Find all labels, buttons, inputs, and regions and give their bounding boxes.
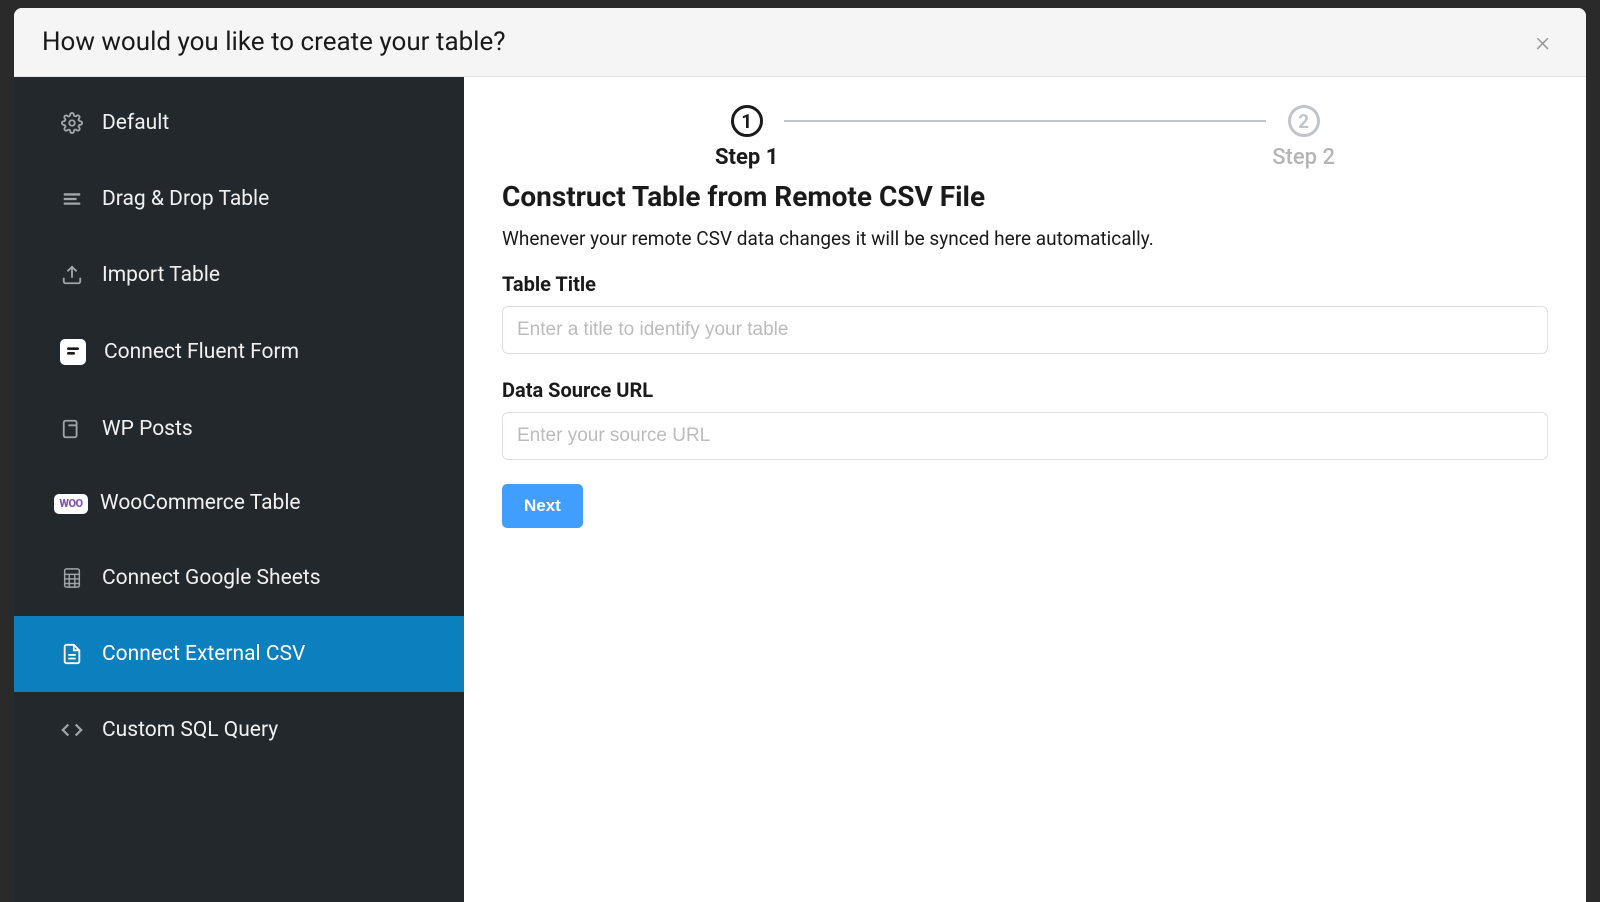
modal-header: How would you like to create your table?…: [14, 8, 1586, 77]
step-1: 1 Step 1: [715, 105, 778, 170]
section-description: Whenever your remote CSV data changes it…: [502, 227, 1548, 250]
close-icon[interactable]: ×: [1527, 24, 1558, 60]
sidebar-item-woocommerce[interactable]: WOO WooCommerce Table: [14, 467, 464, 540]
source-url-input[interactable]: [502, 412, 1548, 460]
sidebar-item-external-csv[interactable]: Connect External CSV: [14, 616, 464, 692]
gear-icon: [60, 111, 84, 135]
table-title-label: Table Title: [502, 272, 1548, 296]
source-url-label: Data Source URL: [502, 378, 1548, 402]
list-icon: [60, 187, 84, 211]
sidebar-item-import[interactable]: Import Table: [14, 237, 464, 313]
sidebar-item-label: Default: [102, 113, 169, 134]
table-title-input[interactable]: [502, 306, 1548, 354]
sidebar-item-label: Custom SQL Query: [102, 720, 278, 741]
sidebar-item-wp-posts[interactable]: WP Posts: [14, 391, 464, 467]
step-connector: [784, 120, 1266, 122]
file-text-icon: [60, 642, 84, 666]
code-icon: [60, 718, 84, 742]
modal-body: Default Drag & Drop Table Import Table C…: [14, 77, 1586, 902]
step-2: 2 Step 2: [1272, 105, 1335, 170]
step-2-label: Step 2: [1272, 145, 1335, 170]
stepper: 1 Step 1 2 Step 2: [715, 105, 1335, 170]
form-icon: [60, 339, 86, 365]
sidebar-item-label: Connect Google Sheets: [102, 568, 321, 589]
main-content: 1 Step 1 2 Step 2 Construct Table from R…: [464, 77, 1586, 902]
create-table-modal: How would you like to create your table?…: [14, 8, 1586, 902]
sidebar-item-label: WooCommerce Table: [100, 493, 301, 514]
sidebar-item-label: WP Posts: [102, 419, 193, 440]
sidebar-item-custom-sql[interactable]: Custom SQL Query: [14, 692, 464, 768]
next-button[interactable]: Next: [502, 484, 583, 528]
sidebar-item-fluent-form[interactable]: Connect Fluent Form: [14, 313, 464, 391]
upload-icon: [60, 263, 84, 287]
sidebar-item-label: Connect Fluent Form: [104, 342, 299, 363]
sidebar-item-google-sheets[interactable]: Connect Google Sheets: [14, 540, 464, 616]
step-1-label: Step 1: [715, 145, 778, 170]
sidebar-item-label: Drag & Drop Table: [102, 189, 269, 210]
step-2-circle: 2: [1288, 105, 1320, 137]
modal-title: How would you like to create your table?: [42, 27, 506, 57]
sidebar-item-default[interactable]: Default: [14, 85, 464, 161]
step-1-circle: 1: [731, 105, 763, 137]
posts-icon: [60, 417, 84, 441]
sidebar-item-drag-drop[interactable]: Drag & Drop Table: [14, 161, 464, 237]
woo-icon: WOO: [54, 494, 88, 514]
sidebar-item-label: Connect External CSV: [102, 644, 305, 665]
sidebar: Default Drag & Drop Table Import Table C…: [14, 77, 464, 902]
section-heading: Construct Table from Remote CSV File: [502, 180, 1548, 213]
spreadsheet-icon: [60, 566, 84, 590]
sidebar-item-label: Import Table: [102, 265, 220, 286]
